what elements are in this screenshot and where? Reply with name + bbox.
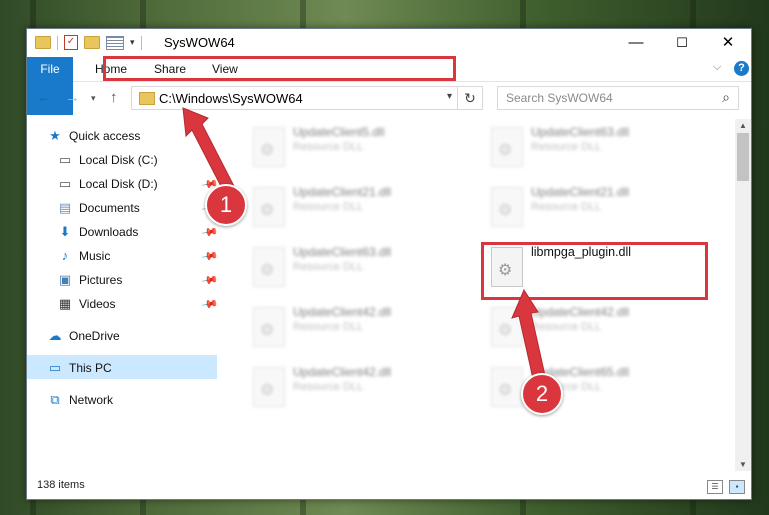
step-marker-1: 1 [205,184,247,226]
arrow-2 [511,288,547,384]
step-marker-2: 2 [521,373,563,415]
annotation-arrows [182,107,547,384]
arrow-1 [182,107,237,197]
